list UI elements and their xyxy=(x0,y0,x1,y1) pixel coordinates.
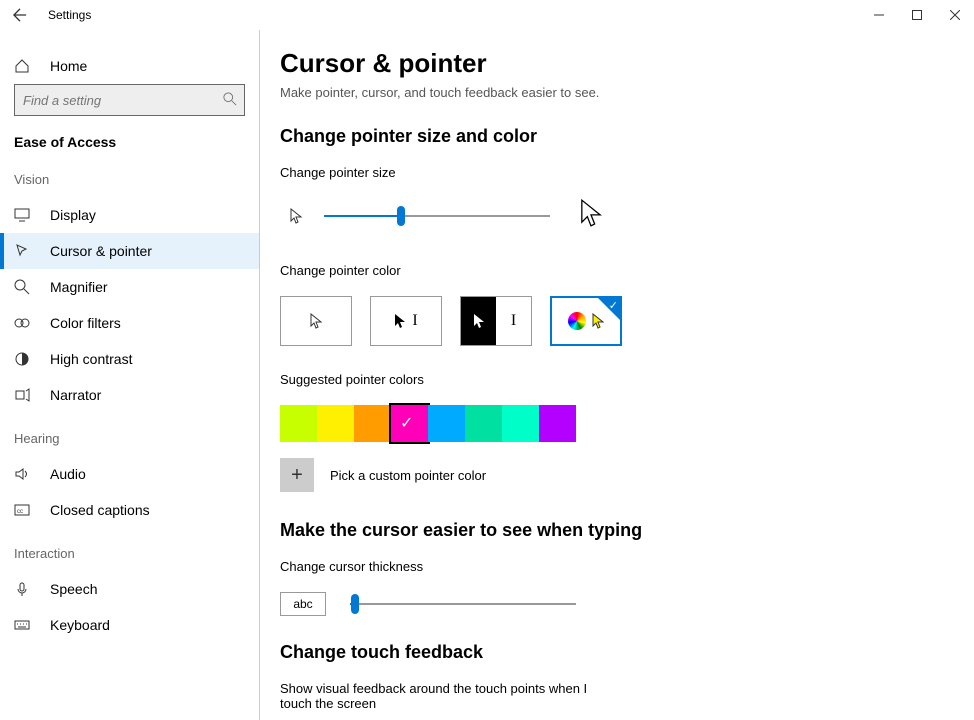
sidebar-item-speech[interactable]: Speech xyxy=(0,571,259,607)
close-icon xyxy=(950,10,960,20)
cursor-icon xyxy=(14,243,30,259)
cursor-thickness-slider[interactable] xyxy=(350,603,576,605)
pointer-size-slider[interactable] xyxy=(324,215,550,217)
cursor-large-icon xyxy=(580,198,602,228)
colorfilters-icon xyxy=(14,315,30,331)
sidebar-item-label: Audio xyxy=(50,466,86,482)
pointer-large-preview xyxy=(580,198,602,233)
label-thickness: Change cursor thickness xyxy=(280,559,954,574)
minimize-icon xyxy=(874,10,884,20)
sidebar-item-magnifier[interactable]: Magnifier xyxy=(0,269,259,305)
pointer-color-options: I I ✓ xyxy=(280,296,954,346)
check-icon: ✓ xyxy=(609,299,618,312)
maximize-button[interactable] xyxy=(898,0,936,30)
content: Cursor & pointer Make pointer, cursor, a… xyxy=(260,30,974,720)
sidebar: Home Ease of Access Vision Display Curso… xyxy=(0,30,260,720)
suggested-colors: ✓ xyxy=(280,405,954,442)
plus-icon: + xyxy=(291,464,303,487)
maximize-icon xyxy=(912,10,922,20)
narrator-icon xyxy=(14,387,30,403)
search-input[interactable] xyxy=(14,84,245,116)
cursor-inv-white-icon xyxy=(473,313,485,329)
sidebar-item-label: Cursor & pointer xyxy=(50,243,152,259)
sidebar-item-narrator[interactable]: Narrator xyxy=(0,377,259,413)
highcontrast-icon xyxy=(14,351,30,367)
sidebar-item-label: Keyboard xyxy=(50,617,110,633)
speech-icon xyxy=(14,581,30,597)
touch-description: Show visual feedback around the touch po… xyxy=(280,681,620,711)
home-label: Home xyxy=(50,58,87,74)
page-subtitle: Make pointer, cursor, and touch feedback… xyxy=(280,85,954,100)
close-button[interactable] xyxy=(936,0,974,30)
sidebar-item-closedcaptions[interactable]: cc Closed captions xyxy=(0,492,259,528)
swatch-2[interactable] xyxy=(354,405,391,442)
abc-preview: abc xyxy=(280,592,326,616)
sidebar-item-cursor[interactable]: Cursor & pointer xyxy=(0,233,259,269)
swatch-4[interactable] xyxy=(428,405,465,442)
section-size-color: Change pointer size and color xyxy=(280,126,954,147)
sidebar-item-colorfilters[interactable]: Color filters xyxy=(0,305,259,341)
app-title: Settings xyxy=(48,8,91,22)
swatch-6[interactable] xyxy=(502,405,539,442)
pointer-color-custom[interactable]: ✓ xyxy=(550,296,622,346)
group-hearing: Hearing xyxy=(0,427,259,456)
sidebar-item-label: Display xyxy=(50,207,96,223)
pointer-size-row xyxy=(280,198,954,233)
ibeam-icon: I xyxy=(412,312,417,330)
audio-icon xyxy=(14,466,30,482)
sidebar-item-label: Speech xyxy=(50,581,97,597)
swatch-1[interactable] xyxy=(317,405,354,442)
home-icon xyxy=(14,58,30,74)
magnifier-icon xyxy=(14,279,30,295)
cursor-black-icon xyxy=(394,313,406,329)
label-pointer-color: Change pointer color xyxy=(280,263,954,278)
page-title: Cursor & pointer xyxy=(280,48,954,79)
label-pointer-size: Change pointer size xyxy=(280,165,954,180)
section-touch: Change touch feedback xyxy=(280,642,954,663)
custom-color-label: Pick a custom pointer color xyxy=(330,468,486,483)
minimize-button[interactable] xyxy=(860,0,898,30)
section-cursor: Make the cursor easier to see when typin… xyxy=(280,520,954,541)
cursor-small-icon xyxy=(290,208,302,224)
sidebar-item-label: High contrast xyxy=(50,351,132,367)
group-vision: Vision xyxy=(0,168,259,197)
keyboard-icon xyxy=(14,617,30,633)
group-interaction: Interaction xyxy=(0,542,259,571)
cursor-white-icon xyxy=(310,313,322,329)
section-header: Ease of Access xyxy=(0,128,259,168)
pointer-small-preview xyxy=(280,208,312,224)
arrow-left-icon xyxy=(13,8,27,22)
back-button[interactable] xyxy=(0,0,40,30)
sidebar-item-label: Narrator xyxy=(50,387,101,403)
sidebar-item-label: Color filters xyxy=(50,315,121,331)
search-box xyxy=(14,84,245,116)
titlebar: Settings xyxy=(0,0,974,30)
swatch-7[interactable] xyxy=(539,405,576,442)
pointer-color-inverted[interactable]: I xyxy=(460,296,532,346)
sidebar-item-audio[interactable]: Audio xyxy=(0,456,259,492)
display-icon xyxy=(14,207,30,223)
colorwheel-icon xyxy=(568,312,586,330)
sidebar-item-display[interactable]: Display xyxy=(0,197,259,233)
label-suggested: Suggested pointer colors xyxy=(280,372,954,387)
sidebar-item-label: Magnifier xyxy=(50,279,108,295)
swatch-5[interactable] xyxy=(465,405,502,442)
sidebar-home[interactable]: Home xyxy=(0,48,259,84)
sidebar-item-keyboard[interactable]: Keyboard xyxy=(0,607,259,643)
swatch-0[interactable] xyxy=(280,405,317,442)
swatch-3[interactable]: ✓ xyxy=(391,405,428,442)
sidebar-item-label: Closed captions xyxy=(50,502,150,518)
svg-text:cc: cc xyxy=(17,509,23,515)
search-icon xyxy=(223,92,237,106)
pointer-color-white[interactable] xyxy=(280,296,352,346)
closedcaptions-icon: cc xyxy=(14,502,30,518)
custom-color-button[interactable]: + xyxy=(280,458,314,492)
pointer-color-black[interactable]: I xyxy=(370,296,442,346)
check-icon: ✓ xyxy=(400,413,413,433)
sidebar-item-highcontrast[interactable]: High contrast xyxy=(0,341,259,377)
ibeam-icon: I xyxy=(511,312,516,330)
